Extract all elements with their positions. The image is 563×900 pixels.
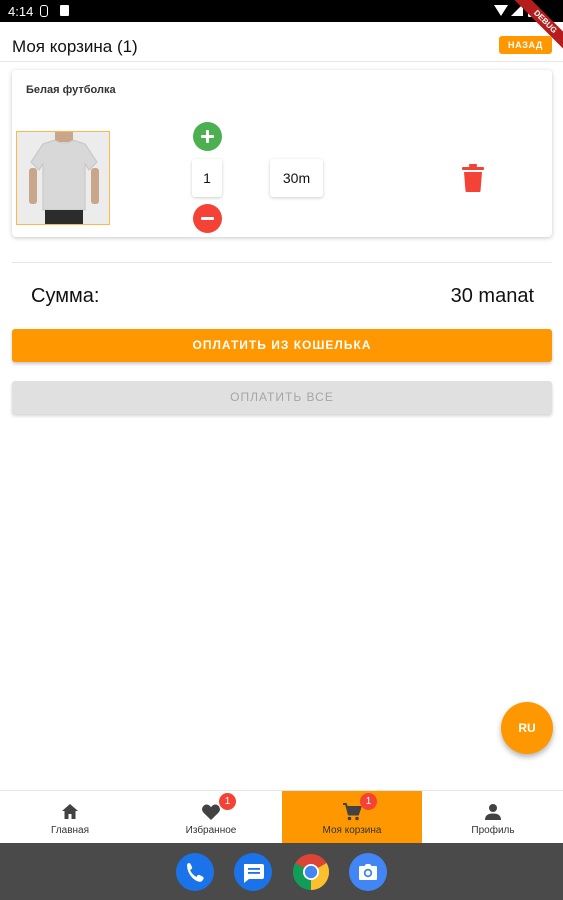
phone-icon[interactable]	[176, 853, 214, 891]
tshirt-icon	[17, 132, 109, 224]
nav-item-favorites[interactable]: 1 Избранное	[141, 791, 281, 844]
heart-icon	[202, 804, 220, 820]
cart-icon	[343, 803, 362, 821]
language-button[interactable]: RU	[501, 702, 553, 754]
product-image[interactable]	[16, 131, 110, 225]
total-value: 30 manat	[450, 285, 534, 307]
page-title: Моя корзина (1)	[12, 37, 138, 56]
nav-item-profile[interactable]: Профиль	[423, 791, 563, 844]
messages-icon[interactable]	[234, 853, 272, 891]
nav-label-favorites: Избранное	[185, 825, 237, 836]
increase-quantity-button[interactable]	[193, 122, 222, 151]
nav-label-cart: Моя корзина	[322, 825, 382, 836]
nav-item-cart[interactable]: 1 Моя корзина	[282, 791, 422, 844]
decrease-quantity-button[interactable]	[193, 204, 222, 233]
back-button[interactable]: НАЗАД	[499, 36, 552, 54]
cart-item-card: Белая футболка 1 30m	[12, 70, 552, 237]
sd-card-icon	[60, 5, 69, 16]
item-price: 30m	[270, 159, 323, 197]
person-icon	[485, 804, 501, 820]
bottom-navigation: Главная 1 Избранное 1 Моя корзина Профил…	[0, 790, 563, 844]
wifi-icon	[494, 5, 508, 16]
divider	[12, 262, 552, 263]
status-time: 4:14	[8, 4, 34, 19]
nav-label-profile: Профиль	[471, 825, 515, 836]
quantity-value: 1	[192, 159, 222, 197]
status-bar: 4:14	[0, 0, 563, 22]
home-icon	[62, 804, 78, 819]
chrome-icon[interactable]	[292, 853, 330, 891]
favorites-badge: 1	[219, 793, 236, 810]
app-header: Моя корзина (1) НАЗАД	[0, 30, 563, 62]
pay-from-wallet-button[interactable]: ОПЛАТИТЬ ИЗ КОШЕЛЬКА	[12, 329, 552, 362]
nav-item-home[interactable]: Главная	[0, 791, 140, 844]
cart-badge: 1	[360, 793, 377, 810]
product-name: Белая футболка	[26, 84, 116, 96]
system-dock	[0, 843, 563, 900]
delete-icon[interactable]	[461, 164, 485, 192]
nav-label-home: Главная	[50, 825, 90, 836]
camera-icon[interactable]	[349, 853, 387, 891]
pay-all-button[interactable]: ОПЛАТИТЬ ВСЕ	[12, 381, 552, 414]
notification-s-icon	[40, 5, 48, 17]
total-label: Сумма:	[31, 285, 100, 307]
